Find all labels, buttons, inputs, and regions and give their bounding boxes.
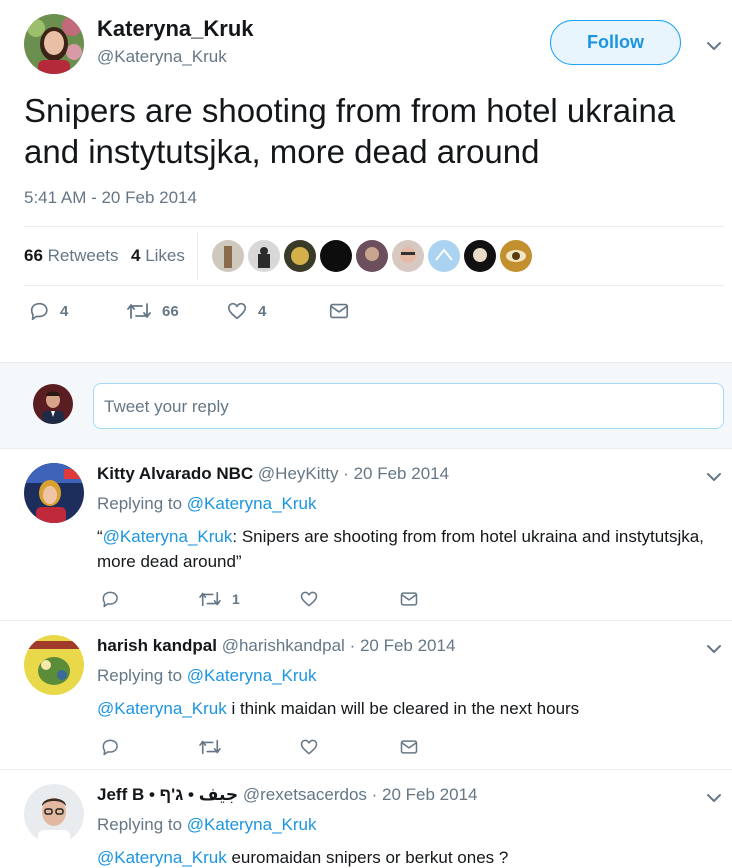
liker-avatar[interactable]: [500, 240, 532, 272]
replying-to-handle[interactable]: @Kateryna_Kruk: [187, 494, 317, 513]
replying-to: Replying to @Kateryna_Kruk: [97, 494, 317, 514]
retweet-count: 66: [24, 246, 43, 265]
reply-date[interactable]: · 20 Feb 2014: [350, 636, 456, 655]
retweet-action[interactable]: 1: [198, 589, 240, 609]
reply-text: @Kateryna_Kruk i think maidan will be cl…: [97, 696, 722, 721]
reply-date[interactable]: · 20 Feb 2014: [372, 785, 478, 804]
follow-button[interactable]: Follow: [550, 20, 681, 65]
author-avatar[interactable]: [24, 14, 84, 74]
like-action[interactable]: [299, 737, 319, 757]
reply-text-body: i think maidan will be cleared in the ne…: [226, 699, 580, 718]
reply-count: 4: [60, 302, 69, 320]
author-name[interactable]: Kateryna_Kruk: [97, 16, 254, 42]
retweet-icon: [199, 591, 221, 607]
reply-text: @Kateryna_Kruk euromaidan snipers or ber…: [97, 845, 722, 868]
reply-tweet[interactable]: Kitty Alvarado NBC @HeyKitty · 20 Feb 20…: [0, 449, 732, 621]
retweet-action-count: 66: [162, 302, 179, 320]
liker-avatar[interactable]: [464, 240, 496, 272]
reply-icon: [102, 591, 118, 608]
dm-action[interactable]: [399, 589, 419, 609]
retweet-count: 1: [232, 591, 240, 607]
chevron-down-icon[interactable]: [706, 790, 722, 806]
heart-icon: [300, 739, 318, 755]
divider: [24, 285, 724, 286]
replying-to-label: Replying to: [97, 666, 183, 685]
reply-text: “@Kateryna_Kruk: Snipers are shooting fr…: [97, 524, 722, 574]
reply-action[interactable]: 4: [28, 300, 68, 322]
reply-icon: [30, 302, 48, 321]
reply-tweet[interactable]: harish kandpal @harishkandpal · 20 Feb 2…: [0, 621, 732, 770]
heart-icon: [300, 591, 318, 607]
divider: [24, 226, 724, 227]
liker-avatars: [212, 240, 532, 272]
envelope-icon: [400, 592, 418, 606]
reply-author-name[interactable]: harish kandpal: [97, 636, 217, 655]
mention-link[interactable]: @Kateryna_Kruk: [97, 848, 227, 867]
retweet-icon: [127, 303, 151, 319]
reply-action[interactable]: [100, 737, 120, 757]
retweet-action[interactable]: 66: [126, 300, 179, 322]
reply-icon: [102, 739, 118, 756]
dm-action[interactable]: [328, 300, 350, 322]
envelope-icon: [329, 303, 349, 319]
reply-author-avatar[interactable]: [24, 784, 84, 844]
chevron-down-icon[interactable]: [706, 469, 722, 485]
liker-avatar[interactable]: [320, 240, 352, 272]
author-handle[interactable]: @Kateryna_Kruk: [97, 47, 227, 67]
reply-author-avatar[interactable]: [24, 463, 84, 523]
replying-to-label: Replying to: [97, 494, 183, 513]
reply-input[interactable]: Tweet your reply: [93, 383, 724, 429]
reply-author-handle[interactable]: @HeyKitty: [258, 464, 339, 483]
chevron-down-icon[interactable]: [706, 38, 722, 54]
liker-avatar[interactable]: [356, 240, 388, 272]
liker-avatar[interactable]: [284, 240, 316, 272]
envelope-icon: [400, 740, 418, 754]
replying-to-handle[interactable]: @Kateryna_Kruk: [187, 666, 317, 685]
main-tweet: Kateryna_Kruk @Kateryna_Kruk Follow Snip…: [0, 0, 732, 362]
reply-author-name[interactable]: Jeff B • جيف • ג'ף: [97, 785, 238, 804]
replying-to-handle[interactable]: @Kateryna_Kruk: [187, 815, 317, 834]
divider: [197, 232, 198, 280]
reply-author-handle[interactable]: @harishkandpal: [222, 636, 345, 655]
replying-to: Replying to @Kateryna_Kruk: [97, 666, 317, 686]
heart-icon: [227, 302, 247, 320]
dm-action[interactable]: [399, 737, 419, 757]
reply-author-handle[interactable]: @rexetsacerdos: [243, 785, 367, 804]
reply-tweet[interactable]: Jeff B • جيف • ג'ף @rexetsacerdos · 20 F…: [0, 770, 732, 868]
reply-header: Jeff B • جيف • ג'ף @rexetsacerdos · 20 F…: [97, 785, 478, 805]
replying-to: Replying to @Kateryna_Kruk: [97, 815, 317, 835]
mention-link[interactable]: @Kateryna_Kruk: [103, 527, 233, 546]
like-count: 4: [131, 246, 141, 265]
like-stat[interactable]: 4 Likes: [131, 246, 185, 266]
reply-action[interactable]: [100, 589, 120, 609]
replying-to-label: Replying to: [97, 815, 183, 834]
reply-text-body: euromaidan snipers or berkut ones ?: [226, 848, 509, 867]
reply-header: Kitty Alvarado NBC @HeyKitty · 20 Feb 20…: [97, 464, 449, 484]
reply-author-avatar[interactable]: [24, 635, 84, 695]
tweet-timestamp[interactable]: 5:41 AM - 20 Feb 2014: [24, 188, 197, 208]
liker-avatar[interactable]: [212, 240, 244, 272]
current-user-avatar[interactable]: [33, 384, 73, 424]
liker-avatar[interactable]: [392, 240, 424, 272]
reply-date[interactable]: · 20 Feb 2014: [343, 464, 449, 483]
retweet-action[interactable]: [198, 737, 222, 757]
tweet-text: Snipers are shooting from from hotel ukr…: [24, 92, 676, 170]
like-action[interactable]: 4: [226, 300, 266, 322]
liker-avatar[interactable]: [428, 240, 460, 272]
reply-composer: Tweet your reply: [0, 362, 732, 449]
retweet-icon: [199, 739, 221, 755]
like-action[interactable]: [299, 589, 319, 609]
liker-avatar[interactable]: [248, 240, 280, 272]
retweet-stat-label: Retweets: [47, 246, 119, 265]
retweet-stat[interactable]: 66 Retweets: [24, 246, 119, 266]
reply-header: harish kandpal @harishkandpal · 20 Feb 2…: [97, 636, 455, 656]
like-stat-label: Likes: [145, 246, 185, 265]
like-action-count: 4: [258, 302, 267, 320]
mention-link[interactable]: @Kateryna_Kruk: [97, 699, 227, 718]
reply-author-name[interactable]: Kitty Alvarado NBC: [97, 464, 253, 483]
chevron-down-icon[interactable]: [706, 641, 722, 657]
